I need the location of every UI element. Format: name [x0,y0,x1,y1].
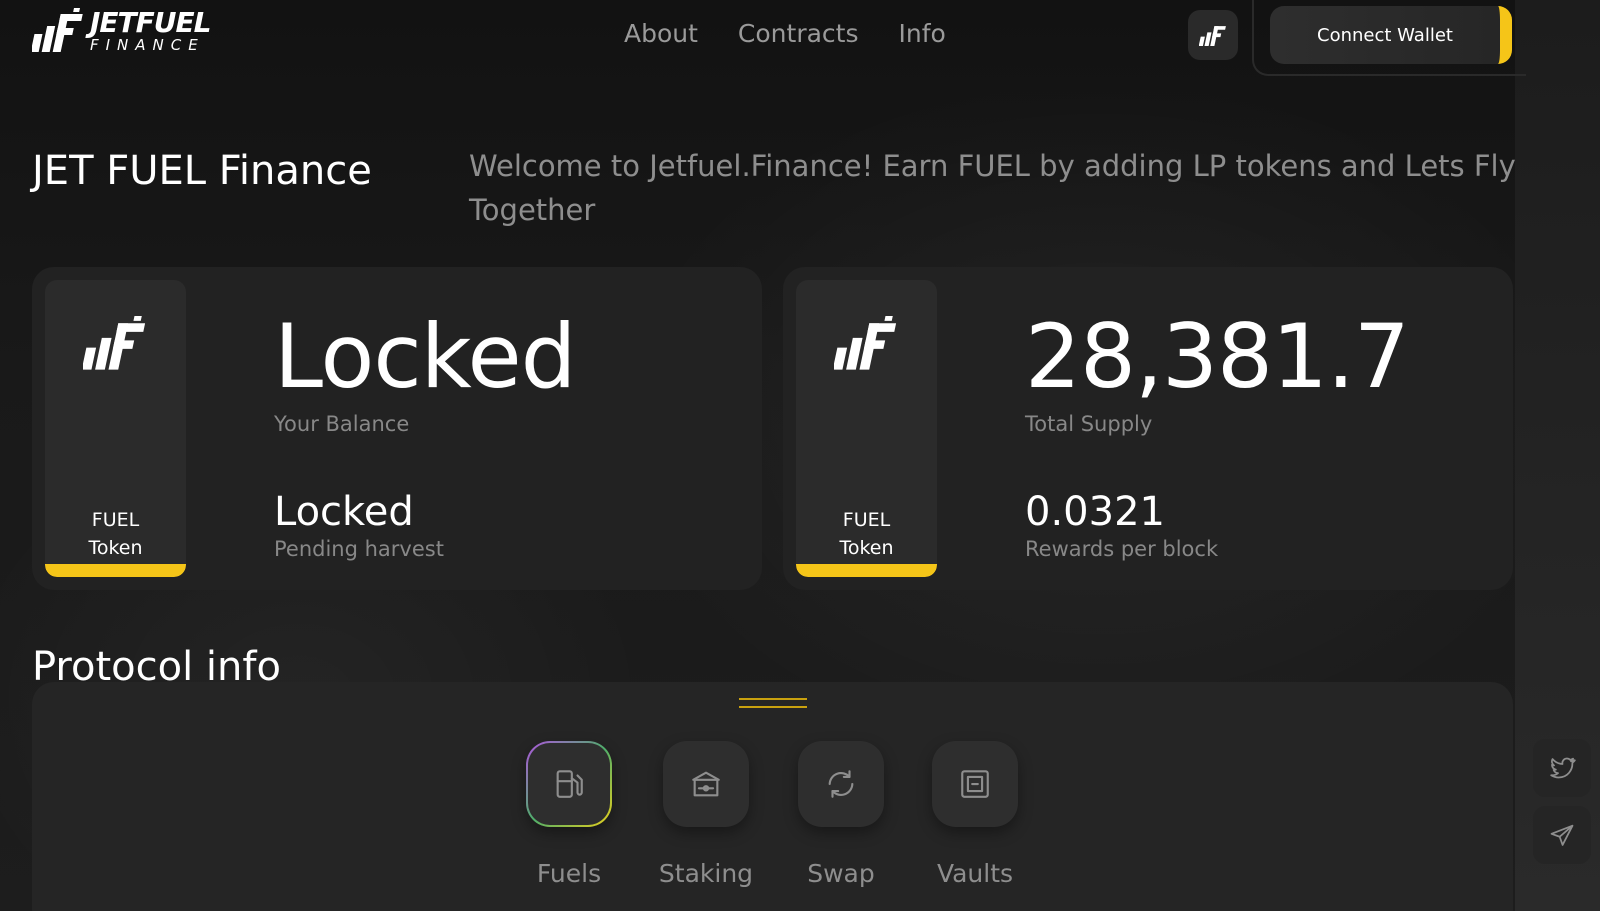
tool-vaults[interactable]: Vaults [932,741,1022,888]
tool-fuels[interactable]: Fuels [526,741,616,888]
logo-sub-text: FINANCE [90,36,205,54]
total-supply-value: 28,381.7 [1025,305,1410,408]
fuel-token-badge: FUEL Token [796,280,937,577]
twitter-icon [1550,757,1576,779]
tool-swap[interactable]: Swap [798,741,888,888]
balance-caption: Your Balance [274,412,410,436]
staking-button[interactable] [663,741,749,827]
supply-card: FUEL Token 28,381.7 Total Supply 0.0321 … [783,267,1513,590]
rewards-per-block-caption: Rewards per block [1025,537,1219,561]
token-name: FUEL [91,509,140,531]
jetfuel-logo-icon [1199,26,1226,46]
logo-main-text: JETFUEL [90,6,211,39]
jetfuel-logo[interactable]: JETFUEL FINANCE [32,6,211,56]
connect-wallet-button[interactable]: Connect Wallet [1270,6,1512,64]
token-suffix: Token [88,537,143,559]
protocol-info-title: Protocol info [32,644,281,690]
fuel-token-icon [83,316,146,370]
telegram-link[interactable] [1533,806,1591,864]
swap-icon [828,770,854,798]
jetfuel-mark-icon [32,8,83,52]
token-label: FUEL Token [796,506,937,562]
main-nav: About Contracts Info [624,19,946,48]
fuel-token-icon [834,316,897,370]
token-name: FUEL [842,509,891,531]
staking-vault-icon [692,771,720,797]
token-label: FUEL Token [45,506,186,562]
fuels-button[interactable] [526,741,612,827]
safe-icon [961,770,989,798]
balance-value: Locked [274,305,577,408]
vaults-button[interactable] [932,741,1018,827]
protocol-panel [32,682,1513,911]
swap-button[interactable] [798,741,884,827]
page: JETFUEL FINANCE About Contracts Info Con… [0,0,1600,911]
twitter-link[interactable] [1533,739,1591,797]
nav-contracts[interactable]: Contracts [738,19,859,48]
page-title: JET FUEL Finance [32,148,372,194]
token-accent-bar [45,564,186,577]
balance-card: FUEL Token Locked Your Balance Locked Pe… [32,267,762,590]
drag-handle[interactable] [739,698,807,710]
telegram-icon [1550,824,1574,846]
tool-label: Fuels [536,859,602,888]
jetfuel-token-button[interactable] [1188,10,1238,60]
tool-staking[interactable]: Staking [659,741,753,888]
pending-harvest-caption: Pending harvest [274,537,444,561]
tool-label: Vaults [936,859,1014,888]
token-accent-bar [796,564,937,577]
token-suffix: Token [839,537,894,559]
total-supply-caption: Total Supply [1025,412,1153,436]
welcome-text: Welcome to Jetfuel.Finance! Earn FUEL by… [469,149,1516,227]
logo-wordmark: JETFUEL FINANCE [90,6,211,54]
nav-about[interactable]: About [624,19,698,48]
pending-harvest-value: Locked [274,489,414,535]
tool-label: Swap [807,859,875,888]
rewards-per-block-value: 0.0321 [1025,489,1165,535]
fuel-token-badge: FUEL Token [45,280,186,577]
fuel-pump-icon [556,770,583,798]
tool-label: Staking [658,859,754,888]
nav-info[interactable]: Info [899,19,946,48]
